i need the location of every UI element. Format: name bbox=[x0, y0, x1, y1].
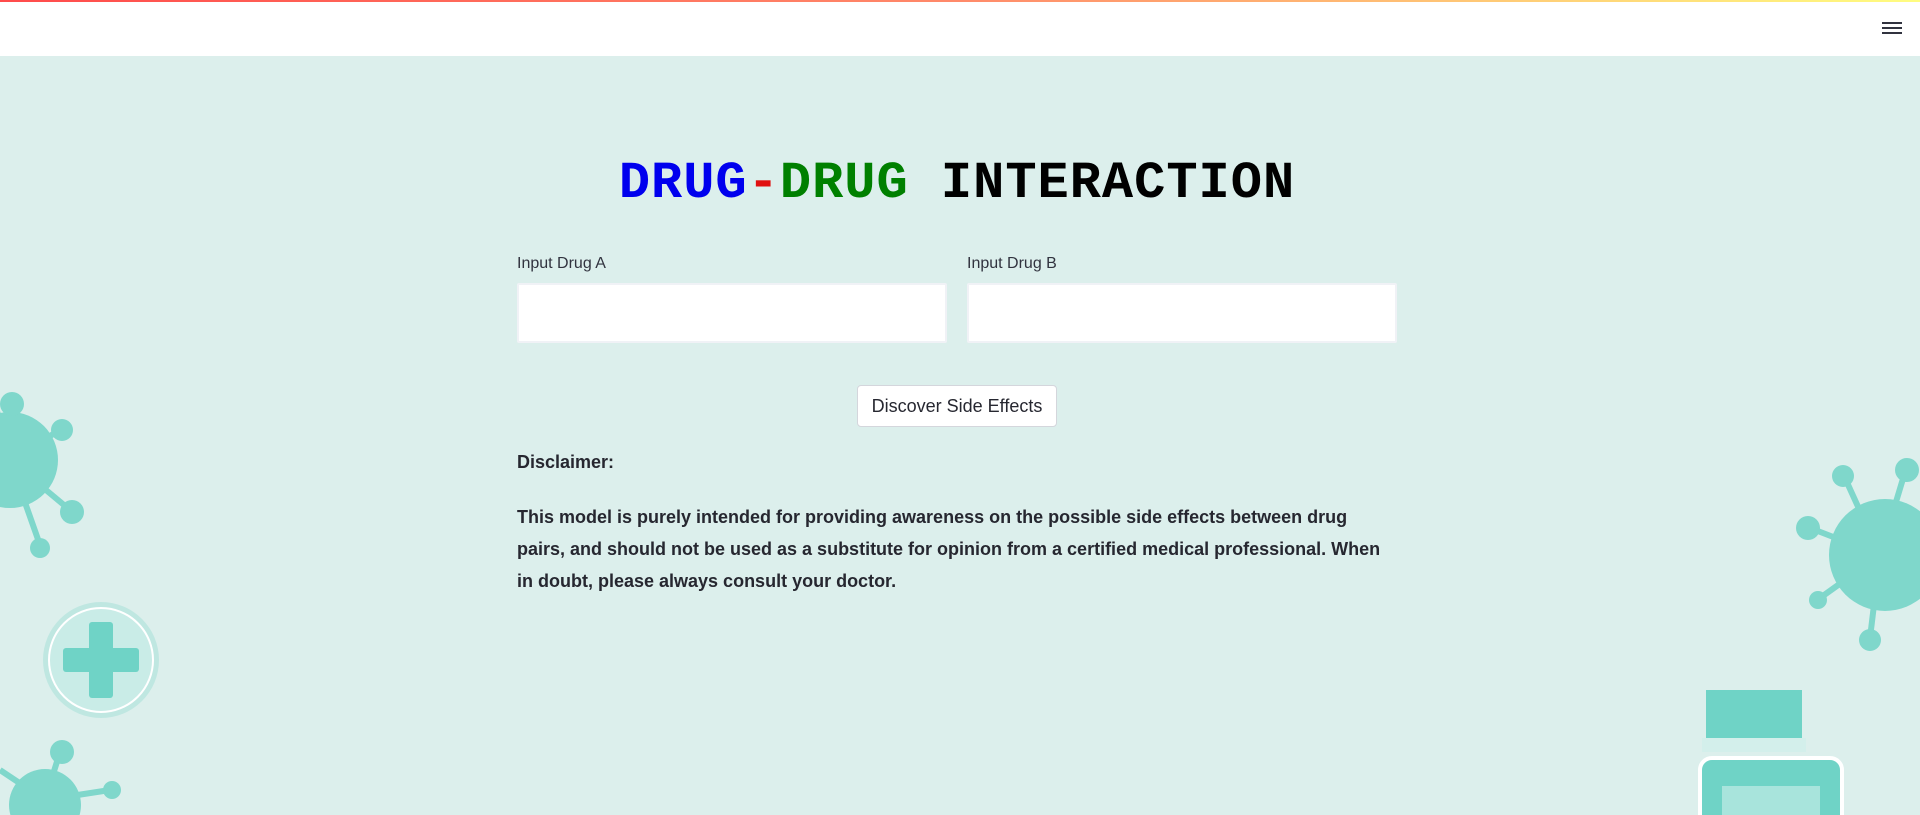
main-content: DRUG-DRUG INTERACTION Input Drug A Input… bbox=[517, 56, 1397, 615]
hamburger-menu-icon[interactable] bbox=[1878, 14, 1906, 42]
disclaimer-text: This model is purely intended for provid… bbox=[517, 507, 1381, 591]
drug-a-label: Input Drug A bbox=[517, 255, 606, 272]
drug-b-label: Input Drug B bbox=[967, 255, 1057, 272]
medicine-bottle-icon bbox=[1698, 690, 1844, 815]
virus-icon bbox=[0, 392, 84, 558]
page-title: DRUG-DRUG INTERACTION bbox=[517, 154, 1397, 214]
title-part-interaction: INTERACTION bbox=[940, 154, 1296, 213]
title-dash: - bbox=[747, 154, 780, 213]
action-row: Discover Side Effects bbox=[517, 385, 1397, 427]
drug-b-input[interactable] bbox=[967, 283, 1397, 343]
drug-a-field: Input Drug A bbox=[517, 253, 947, 343]
medical-cross-icon bbox=[43, 602, 159, 718]
title-part-drug-b: DRUG bbox=[779, 154, 909, 213]
disclaimer-heading: Disclaimer: bbox=[517, 452, 615, 472]
drug-b-field: Input Drug B bbox=[967, 253, 1397, 343]
virus-icon bbox=[1796, 458, 1920, 651]
drug-inputs-row: Input Drug A Input Drug B bbox=[517, 253, 1397, 343]
discover-side-effects-button[interactable]: Discover Side Effects bbox=[856, 385, 1058, 427]
virus-icon bbox=[0, 740, 121, 815]
top-decoration-bar bbox=[0, 0, 1920, 2]
top-header bbox=[0, 0, 1920, 56]
drug-a-input[interactable] bbox=[517, 283, 947, 343]
title-part-drug-a: DRUG bbox=[618, 154, 748, 213]
